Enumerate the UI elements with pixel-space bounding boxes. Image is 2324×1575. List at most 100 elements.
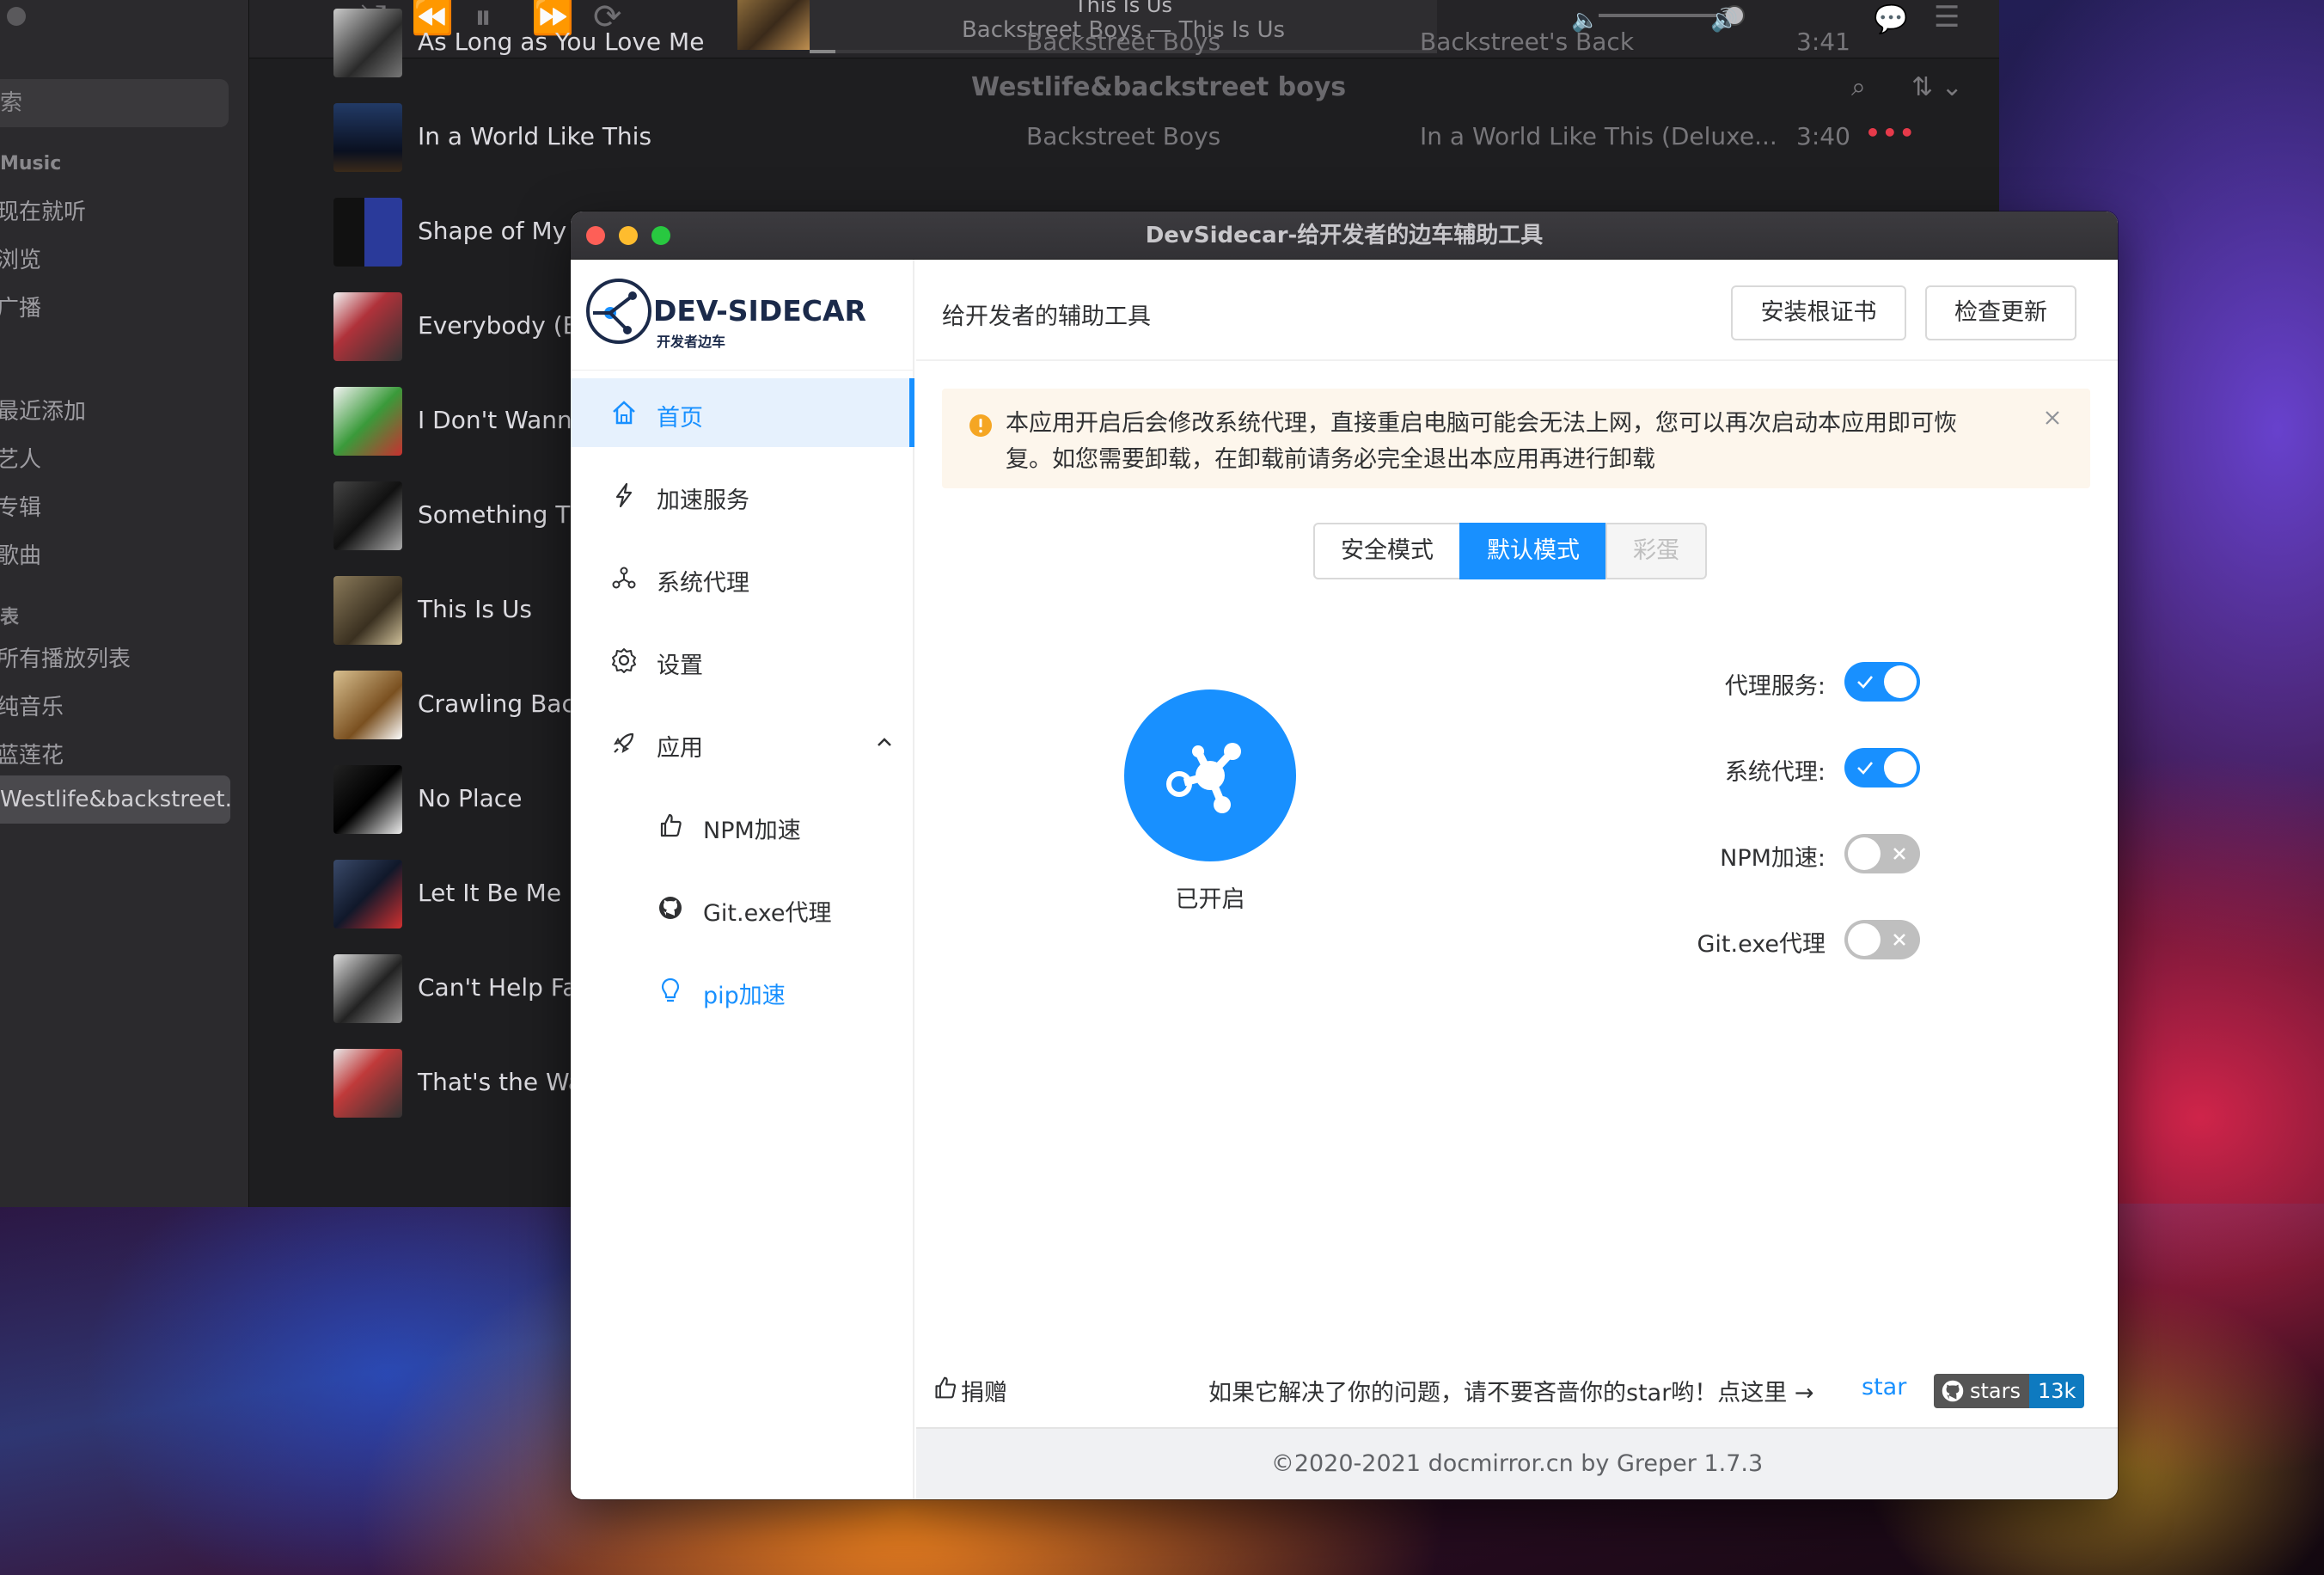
maximize-window-button[interactable]: [651, 226, 670, 245]
alert-line: 本应用开启后会修改系统代理，直接重启电脑可能会无法上网，您可以再次启动本应用即可…: [1006, 410, 1957, 437]
sidebar-item-recently-added[interactable]: 最近添加: [0, 394, 86, 426]
nav-item-npm-accel[interactable]: NPM加速: [571, 791, 914, 860]
thumbs-up-icon: [660, 813, 682, 837]
switch-row: NPM加速:: [1662, 832, 1920, 875]
switch-label: 系统代理:: [1724, 759, 1826, 786]
proxy-toggle-button[interactable]: [1124, 689, 1296, 861]
star-prompt[interactable]: 如果它解决了你的问题，请不要吝啬你的star哟！点这里 →: [1208, 1374, 1814, 1407]
track-row[interactable]: In a World Like This Backstreet Boys In a …: [333, 103, 1984, 172]
switch-knob: [1884, 751, 1917, 784]
window-title: DevSidecar-给开发者的边车辅助工具: [1145, 223, 1544, 248]
switch-row: 系统代理:: [1662, 746, 1920, 789]
sidebar-item-playlist[interactable]: 蓝莲花: [0, 738, 64, 769]
track-title: Everybody (Ba: [418, 311, 595, 340]
sidebar-item-songs[interactable]: 歌曲: [0, 538, 41, 570]
proxy-status-label: 已开启: [1175, 886, 1245, 913]
music-search-input[interactable]: 索: [0, 79, 229, 127]
mode-default-button[interactable]: 默认模式: [1459, 523, 1607, 579]
close-icon[interactable]: [2040, 406, 2064, 430]
window-titlebar[interactable]: DevSidecar-给开发者的边车辅助工具: [571, 211, 2118, 260]
check-update-button[interactable]: 检查更新: [1925, 285, 2076, 340]
switch-row: Git.exe代理: [1662, 918, 1920, 961]
track-title: I Don't Wanna: [418, 406, 587, 434]
track-title: Crawling Back: [418, 689, 590, 718]
alert-line: 复。如您需要卸载，在卸载前请务必完全退出本应用再进行卸载: [1006, 446, 1655, 473]
nav-item-git-proxy[interactable]: Git.exe代理: [571, 873, 914, 942]
sidebar-item-radio[interactable]: 广播: [0, 291, 41, 322]
track-artist: Backstreet Boys: [1026, 122, 1221, 150]
sidebar-item-playlist[interactable]: 纯音乐: [0, 689, 64, 721]
track-artwork: [333, 292, 402, 361]
share-nodes-icon: [612, 567, 636, 589]
nav-item-home[interactable]: 首页: [571, 378, 914, 447]
check-icon: [1857, 762, 1873, 775]
sidebar-item-active-playlist[interactable]: Westlife&backstreet...: [0, 775, 230, 824]
footer-row: 捐赠 如果它解决了你的问题，请不要吝啬你的star哟！点这里 → star st…: [916, 1364, 2118, 1415]
app-logo: DEV-SIDECAR 开发者边车: [584, 277, 911, 354]
switch-knob: [1848, 837, 1881, 870]
toggle-switch[interactable]: [1844, 662, 1920, 702]
sidebar-item-listen-now[interactable]: 现在就听: [0, 194, 86, 226]
nav-item-accel-service[interactable]: 加速服务: [571, 461, 914, 530]
track-artwork: [333, 9, 402, 77]
nav-item-settings[interactable]: 设置: [571, 626, 914, 695]
close-window-button[interactable]: [586, 226, 605, 245]
nav-label: 应用: [657, 735, 703, 762]
devsidecar-window: DevSidecar-给开发者的边车辅助工具 DEV-SIDECAR 开发者边车…: [571, 211, 2118, 1499]
switch-row: 代理服务:: [1662, 660, 1920, 703]
track-title: Can't Help Fal: [418, 973, 584, 1002]
toggle-switch[interactable]: [1844, 834, 1920, 873]
thumbs-up-icon: [935, 1376, 957, 1399]
nav-label: Git.exe代理: [703, 900, 832, 927]
chevron-up-icon[interactable]: [872, 729, 897, 755]
switch-knob: [1848, 923, 1881, 956]
sidebar-item-all-playlists[interactable]: 所有播放列表: [0, 641, 131, 673]
track-artwork: [333, 481, 402, 550]
nav-label: 系统代理: [657, 570, 749, 597]
minimize-window-button[interactable]: [619, 226, 638, 245]
mode-safe-button[interactable]: 安全模式: [1313, 523, 1461, 579]
rocket-icon: [613, 732, 634, 754]
sidebar-item-albums[interactable]: 专辑: [0, 490, 41, 522]
track-artist: Backstreet Boys: [1026, 28, 1221, 56]
toggle-switch[interactable]: [1844, 920, 1920, 959]
check-icon: [1857, 676, 1873, 689]
sidebar-item-artists[interactable]: 艺人: [0, 442, 41, 474]
switch-label: NPM加速:: [1720, 845, 1826, 872]
toggle-switch[interactable]: [1844, 748, 1920, 788]
nav-item-system-proxy[interactable]: 系统代理: [571, 543, 914, 612]
more-options-icon[interactable]: •••: [1865, 119, 1917, 147]
close-icon: [1893, 848, 1905, 860]
track-artwork: [333, 1049, 402, 1118]
sidebar-item-browse[interactable]: 浏览: [0, 242, 41, 274]
track-artwork: [333, 576, 402, 645]
switch-knob: [1884, 665, 1917, 698]
track-row[interactable]: As Long as You Love Me Backstreet Boys Bac…: [333, 9, 1984, 77]
track-album: Backstreet's Back: [1420, 28, 1635, 56]
badge-count: 13k: [2029, 1374, 2085, 1408]
nav-item-pip-accel[interactable]: pip加速: [571, 956, 914, 1025]
install-cert-button[interactable]: 安装根证书: [1731, 285, 1906, 340]
nav-label: 加速服务: [657, 487, 749, 514]
window-control-dot[interactable]: [7, 7, 26, 26]
nav-label: NPM加速: [703, 818, 801, 844]
mode-egg-button[interactable]: 彩蛋: [1605, 523, 1707, 579]
nav-item-apps[interactable]: 应用: [571, 708, 914, 777]
alert-message: 本应用开启后会修改系统代理，直接重启电脑可能会无法上网，您可以再次启动本应用即可…: [1006, 406, 2020, 478]
close-icon: [1893, 934, 1905, 946]
github-stars-badge[interactable]: stars 13k: [1934, 1374, 2085, 1408]
track-artwork: [333, 103, 402, 172]
star-image-link[interactable]: star: [1862, 1374, 1906, 1400]
github-icon: [1942, 1380, 1964, 1402]
warning-alert: 本应用开启后会修改系统代理，直接重启电脑可能会无法上网，您可以再次启动本应用即可…: [942, 389, 2090, 488]
track-album: In a World Like This (Deluxe...: [1420, 122, 1777, 150]
track-artwork: [333, 671, 402, 739]
app-footer: ©2020-2021 docmirror.cn by Greper 1.7.3: [916, 1427, 2118, 1499]
gear-icon: [612, 648, 636, 673]
logo-icon: [586, 279, 651, 344]
badge-label: stars: [1934, 1374, 2029, 1408]
track-artwork: [333, 387, 402, 456]
logo-text: DEV-SIDECAR: [653, 294, 866, 328]
donate-link[interactable]: 捐赠: [961, 1374, 1007, 1407]
track-title: Something Th: [418, 500, 586, 529]
